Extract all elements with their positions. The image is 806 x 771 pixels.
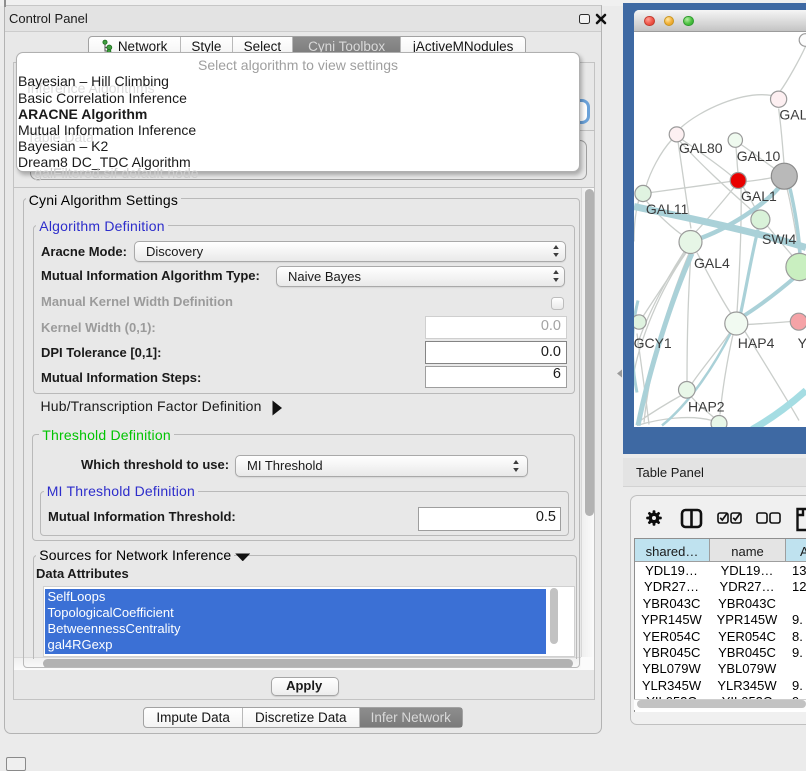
- svg-text:GCY1: GCY1: [634, 335, 672, 351]
- svg-text:GAL80: GAL80: [679, 140, 723, 156]
- svg-text:GAL4: GAL4: [694, 255, 730, 271]
- svg-text:HAP4: HAP4: [738, 335, 775, 351]
- svg-text:GAL11: GAL11: [646, 201, 689, 217]
- svg-text:SWI4: SWI4: [762, 231, 796, 247]
- svg-text:GAL10: GAL10: [737, 148, 781, 164]
- svg-text:Y: Y: [798, 335, 806, 351]
- svg-text:HAP2: HAP2: [688, 398, 725, 414]
- svg-text:GAL1: GAL1: [741, 188, 777, 204]
- svg-text:GAL7: GAL7: [779, 106, 806, 122]
